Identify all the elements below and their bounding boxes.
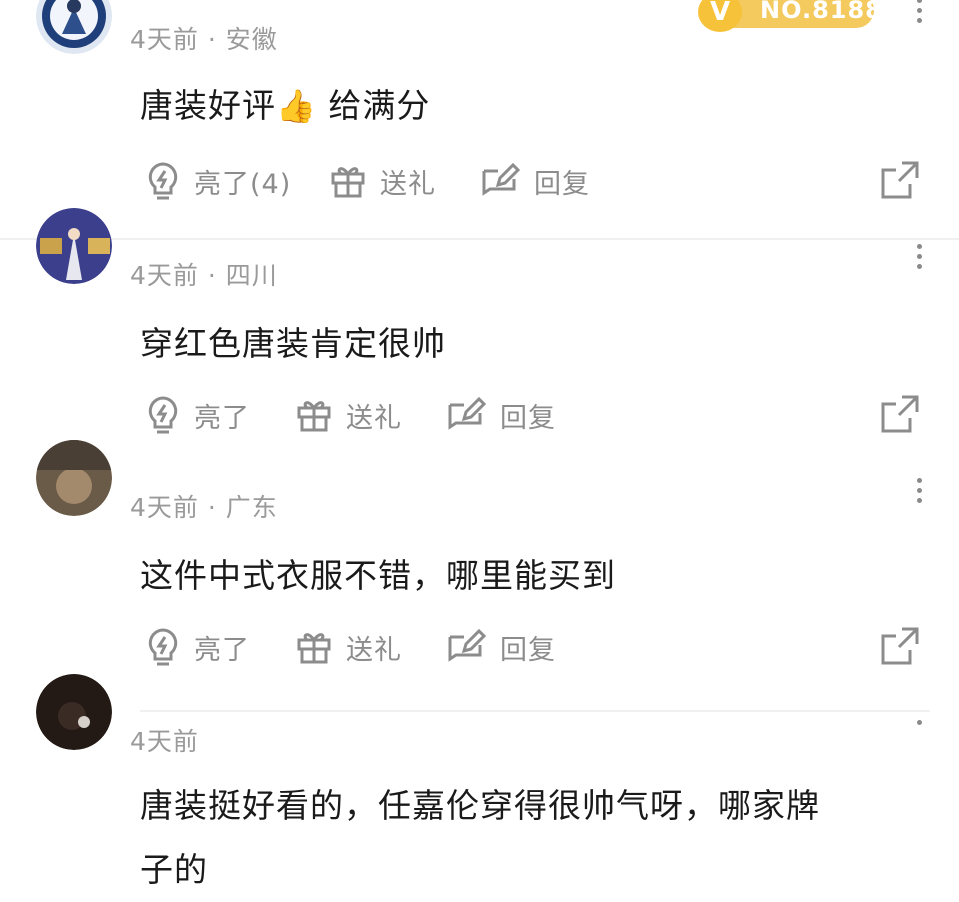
reply-button[interactable]: 回复 xyxy=(480,156,590,206)
comment-text: 这件中式衣服不错，哪里能买到 xyxy=(140,556,616,595)
share-button[interactable] xyxy=(880,626,920,670)
comment-actions: 亮了 送礼 回复 xyxy=(140,622,920,672)
comment-actions: 亮了 送礼 回复 xyxy=(140,390,920,440)
vip-number: NO.8188 xyxy=(730,0,882,28)
share-icon xyxy=(881,627,919,665)
reply-edit-icon xyxy=(482,163,520,196)
comment-text: 唐装挺好看的，任嘉伦穿得很帅气呀，哪家牌 子的 xyxy=(140,774,900,902)
more-icon[interactable] xyxy=(915,720,923,725)
reply-edit-icon xyxy=(448,629,486,662)
reply-label: 回复 xyxy=(534,168,590,200)
comment-meta: 4天前 · 广东 xyxy=(130,493,278,522)
gift-icon xyxy=(297,633,331,664)
gift-button[interactable]: 送礼 xyxy=(330,156,436,206)
gift-icon xyxy=(331,167,365,198)
comment-text-line: 唐装挺好看的，任嘉伦穿得很帅气呀，哪家牌 xyxy=(140,786,820,825)
comment-text-part: 给满分 xyxy=(328,86,431,125)
gift-label: 送礼 xyxy=(346,402,402,434)
vip-badge: NO.8188 V xyxy=(698,0,882,32)
more-icon[interactable] xyxy=(915,0,923,23)
like-button[interactable]: 亮了 xyxy=(146,390,250,440)
comment-meta: 4天前 · 安徽 xyxy=(130,25,278,54)
share-button[interactable] xyxy=(880,394,920,438)
share-button[interactable] xyxy=(880,160,920,204)
reply-button[interactable]: 回复 xyxy=(446,390,556,440)
reply-button[interactable]: 回复 xyxy=(446,622,556,672)
divider xyxy=(0,238,959,240)
lightbulb-icon xyxy=(148,396,178,434)
reply-label: 回复 xyxy=(500,402,556,434)
comment-actions: 亮了(4) 送礼 回复 xyxy=(140,156,920,206)
gift-button[interactable]: 送礼 xyxy=(296,390,402,440)
thumbs-up-emoji: 👍 xyxy=(276,87,317,125)
reply-edit-icon xyxy=(448,397,486,430)
like-button[interactable]: 亮了 xyxy=(146,622,250,672)
gift-button[interactable]: 送礼 xyxy=(296,622,402,672)
comment-text-part: 唐装好评 xyxy=(140,86,276,125)
like-label: 亮了 xyxy=(194,634,250,666)
comment-text: 唐装好评👍 给满分 xyxy=(140,74,900,138)
more-icon[interactable] xyxy=(915,244,923,269)
avatar[interactable] xyxy=(36,208,112,284)
comment-text: 穿红色唐装肯定很帅 xyxy=(140,324,446,363)
divider xyxy=(140,710,930,712)
lightbulb-icon xyxy=(148,162,178,200)
comment-meta: 4天前 xyxy=(130,727,199,756)
reply-label: 回复 xyxy=(500,634,556,666)
comment-text-line: 子的 xyxy=(140,850,208,889)
lightbulb-icon xyxy=(148,628,178,666)
like-label: 亮了(4) xyxy=(194,168,292,200)
comment-meta: 4天前 · 四川 xyxy=(130,261,278,290)
share-icon xyxy=(881,395,919,433)
gift-label: 送礼 xyxy=(380,168,436,200)
like-button[interactable]: 亮了(4) xyxy=(146,156,291,206)
avatar[interactable] xyxy=(36,440,112,516)
like-label: 亮了 xyxy=(194,402,250,434)
avatar[interactable] xyxy=(36,674,112,750)
gift-icon xyxy=(297,401,331,432)
share-icon xyxy=(881,161,919,199)
avatar[interactable] xyxy=(36,0,112,54)
more-icon[interactable] xyxy=(915,478,923,503)
gift-label: 送礼 xyxy=(346,634,402,666)
